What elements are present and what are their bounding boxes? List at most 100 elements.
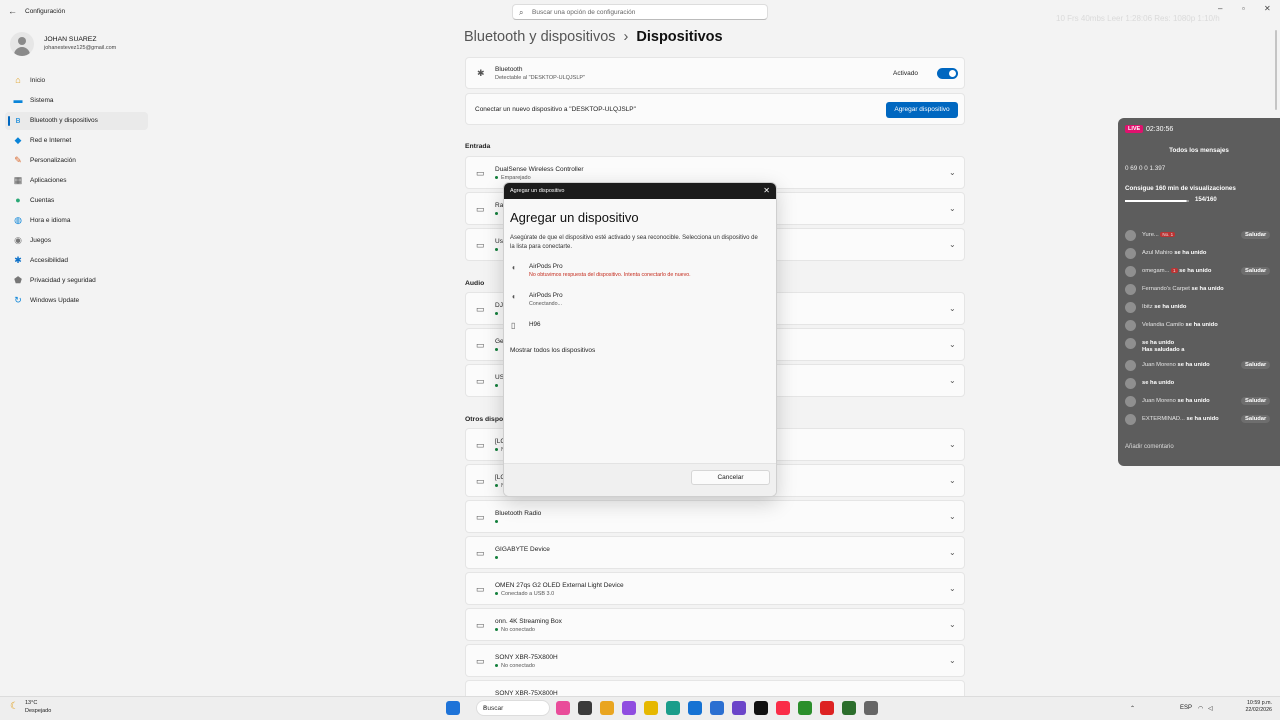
chevron-down-icon[interactable]: ⌄ xyxy=(949,476,956,485)
taskbar-app-icon[interactable] xyxy=(820,701,834,715)
chat-user: Ibitz xyxy=(1142,304,1153,310)
greet-button[interactable]: Saludar xyxy=(1241,361,1271,369)
dialog-device-status: No obtuvimos respuesta del dispositivo. … xyxy=(529,272,691,278)
chevron-down-icon[interactable]: ⌄ xyxy=(949,168,956,177)
device-name: GIGABYTE Device xyxy=(495,546,550,553)
bluetooth-title: Bluetooth xyxy=(495,66,523,73)
bluetooth-toggle[interactable] xyxy=(937,68,958,79)
dialog-device-item[interactable]: ◖ AirPods Pro Conectando... xyxy=(511,292,771,314)
taskbar-app-icon[interactable] xyxy=(864,701,878,715)
weather-desc: Despejado xyxy=(25,708,52,714)
language-indicator[interactable]: ESP xyxy=(1180,705,1192,711)
taskbar-app-icon[interactable] xyxy=(776,701,790,715)
breadcrumb-parent[interactable]: Bluetooth y dispositivos xyxy=(464,29,616,45)
chevron-down-icon[interactable]: ⌄ xyxy=(949,512,956,521)
live-badge: LIVE xyxy=(1125,125,1144,133)
taskbar-app-icon[interactable] xyxy=(578,701,592,715)
comment-input[interactable]: Añadir comentario xyxy=(1125,444,1273,460)
clock[interactable]: 10:59 p.m. 22/02/2026 xyxy=(1228,700,1272,714)
taskbar-app-icon[interactable] xyxy=(600,701,614,715)
sidebar-item-bluetooth[interactable]: ʙ Bluetooth y dispositivos xyxy=(5,112,148,130)
dialog-device-item[interactable]: ◖ AirPods Pro No obtuvimos respuesta del d… xyxy=(511,263,771,285)
chevron-down-icon[interactable]: ⌄ xyxy=(949,376,956,385)
scrollbar[interactable] xyxy=(1275,30,1277,110)
device-name: Bluetooth Radio xyxy=(495,510,542,517)
taskbar-app-icon[interactable] xyxy=(688,701,702,715)
chevron-down-icon[interactable]: ⌄ xyxy=(949,548,956,557)
device-row[interactable]: ▭ onn. 4K Streaming Box No conectado ⌄ xyxy=(465,608,965,641)
accessibility-icon: ✱ xyxy=(14,255,22,265)
chevron-down-icon[interactable]: ⌄ xyxy=(949,304,956,313)
clock-time: 10:59 p.m. xyxy=(1246,700,1272,706)
taskbar-app-icon[interactable] xyxy=(666,701,680,715)
chevron-down-icon[interactable]: ⌄ xyxy=(949,240,956,249)
maximize-icon[interactable]: ▫ xyxy=(1242,4,1245,13)
chat-user: Juan Moreno xyxy=(1142,362,1176,368)
greet-button[interactable]: Saludar xyxy=(1241,415,1271,423)
taskbar-app-icon[interactable] xyxy=(842,701,856,715)
sidebar-item-label: Aplicaciones xyxy=(30,177,67,184)
start-icon[interactable] xyxy=(446,701,460,715)
dialog-device-item[interactable]: ▯ H96 xyxy=(511,321,771,343)
chat-avatar xyxy=(1125,320,1136,331)
greet-button[interactable]: Saludar xyxy=(1241,231,1271,239)
greet-button[interactable]: Saludar xyxy=(1241,397,1271,405)
sidebar-item-globe-clock[interactable]: ◍ Hora e idioma xyxy=(5,212,148,230)
sidebar-item-apps[interactable]: ▦ Aplicaciones xyxy=(5,172,148,190)
taskbar-app-icon[interactable] xyxy=(556,701,570,715)
chevron-down-icon[interactable]: ⌄ xyxy=(949,440,956,449)
dialog-close-icon[interactable]: ✕ xyxy=(763,186,770,195)
sidebar-item-wifi[interactable]: ◆ Red e Internet xyxy=(5,132,148,150)
wifi-icon[interactable]: ◠ xyxy=(1198,705,1203,712)
sidebar-item-accounts[interactable]: ● Cuentas xyxy=(5,192,148,210)
volume-icon[interactable]: ◁ xyxy=(1208,705,1213,712)
device-icon: ▭ xyxy=(476,376,485,386)
taskbar-app-icon[interactable] xyxy=(732,701,746,715)
tray-chevron-icon[interactable]: ⌃ xyxy=(1130,705,1135,712)
device-icon: ▭ xyxy=(476,656,485,666)
cancel-button[interactable]: Cancelar xyxy=(691,470,770,485)
clock-date: 22/02/2026 xyxy=(1245,707,1272,713)
device-row[interactable]: ▭ SONY XBR-75X800H No conectado ⌄ xyxy=(465,644,965,677)
show-all-devices-link[interactable]: Mostrar todos los dispositivos xyxy=(510,347,595,354)
chevron-down-icon[interactable]: ⌄ xyxy=(949,584,956,593)
close-icon[interactable]: ✕ xyxy=(1264,4,1271,13)
taskbar-app-icon[interactable] xyxy=(710,701,724,715)
chat-user: Yure... xyxy=(1142,232,1159,238)
add-device-button[interactable]: Agregar dispositivo xyxy=(886,102,958,118)
sidebar-item-shield[interactable]: ⬟ Privacidad y seguridad xyxy=(5,272,148,290)
device-row[interactable]: ▭ GIGABYTE Device ⌄ xyxy=(465,536,965,569)
sidebar-item-gamepad[interactable]: ◉ Juegos xyxy=(5,232,148,250)
device-row[interactable]: ▭ Bluetooth Radio ⌄ xyxy=(465,500,965,533)
sidebar-item-brush[interactable]: ✎ Personalización xyxy=(5,152,148,170)
taskbar-app-icon[interactable] xyxy=(798,701,812,715)
taskbar-app-icon[interactable] xyxy=(754,701,768,715)
minimize-icon[interactable]: – xyxy=(1218,4,1222,13)
taskbar-app-icon[interactable] xyxy=(644,701,658,715)
search-icon: ⌕ xyxy=(519,8,524,17)
taskbar-app-icon[interactable] xyxy=(622,701,636,715)
taskbar-search[interactable]: ⌕ Buscar xyxy=(476,700,550,716)
back-arrow-icon[interactable]: ← xyxy=(8,6,17,16)
sidebar-item-home[interactable]: ⌂ Inicio xyxy=(5,72,148,90)
device-name: DualSense Wireless Controller xyxy=(495,166,584,173)
chevron-down-icon[interactable]: ⌄ xyxy=(949,620,956,629)
chat-filter-header[interactable]: Todos los mensajes xyxy=(1118,147,1280,154)
settings-search-box[interactable]: ⌕ Buscar una opción de configuración xyxy=(512,4,768,20)
sidebar-item-accessibility[interactable]: ✱ Accesibilidad xyxy=(5,252,148,270)
avatar[interactable] xyxy=(10,32,34,56)
chat-message: se ha unido Has saludado a xyxy=(1125,337,1280,353)
chevron-down-icon[interactable]: ⌄ xyxy=(949,340,956,349)
device-name: Us xyxy=(495,238,503,245)
chat-user-badge: No. 1 xyxy=(1160,232,1176,237)
device-status xyxy=(495,247,501,253)
chevron-down-icon[interactable]: ⌄ xyxy=(949,204,956,213)
sidebar-item-update[interactable]: ↻ Windows Update xyxy=(5,292,148,310)
chevron-down-icon[interactable]: ⌄ xyxy=(949,656,956,665)
sidebar-item-system[interactable]: ▬ Sistema xyxy=(5,92,148,110)
globe-clock-icon: ◍ xyxy=(14,215,22,225)
greet-button[interactable]: Saludar xyxy=(1241,267,1271,275)
device-row[interactable]: ▭ OMEN 27qs G2 OLED External Light Device… xyxy=(465,572,965,605)
app-title: Configuración xyxy=(25,8,66,15)
chevron-right-icon: › xyxy=(623,29,629,45)
